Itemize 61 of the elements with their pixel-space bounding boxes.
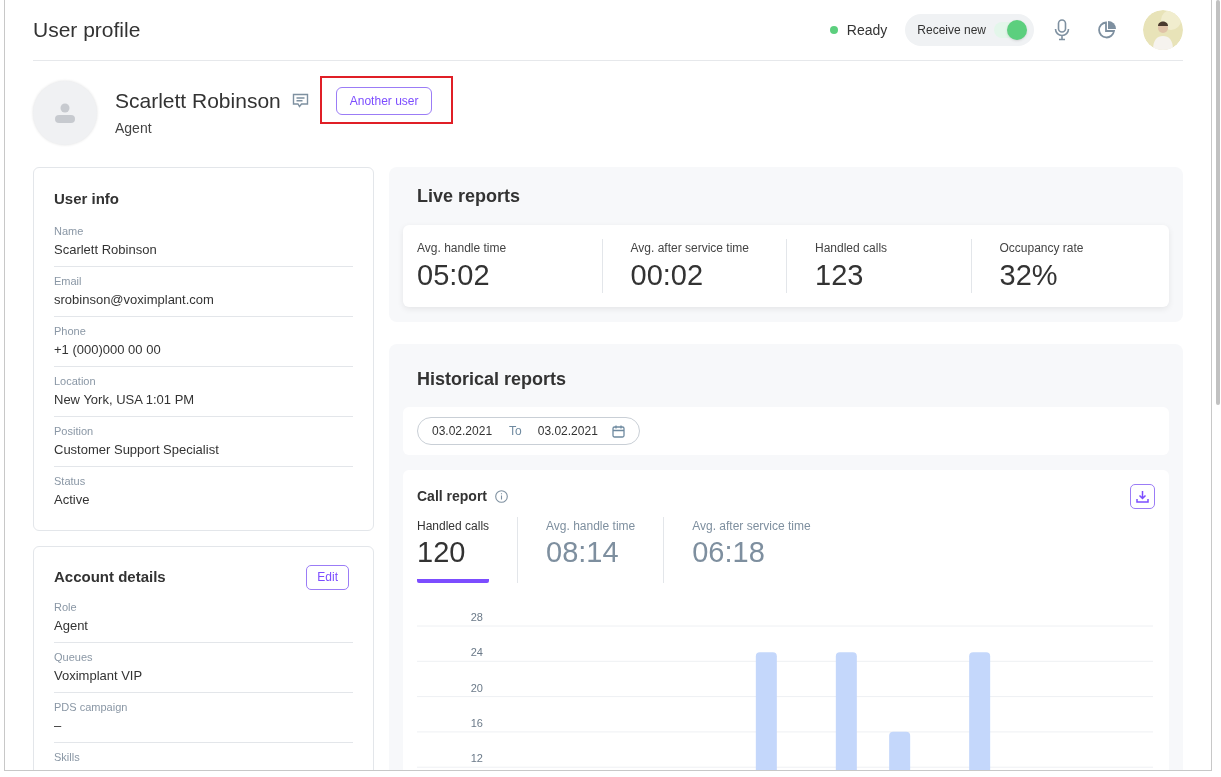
report-tab[interactable]: Avg. handle time 08:14 (546, 517, 636, 583)
metric-value: 123 (815, 258, 865, 293)
field-label: Role (54, 599, 78, 614)
metric-value: 32% (999, 258, 1059, 293)
metric-value: 00:02 (630, 258, 705, 293)
status-label: Ready (846, 20, 888, 40)
microphone-icon[interactable] (1054, 19, 1070, 41)
field-value: Voximplant VIP (54, 666, 144, 685)
field-label: Name (54, 223, 85, 238)
field-label: Phone (54, 323, 87, 338)
range-separator: To (509, 423, 522, 440)
pie-chart-icon[interactable] (1097, 20, 1117, 40)
field-value: Scarlett Robinson (54, 240, 158, 259)
report-tab[interactable]: Handled calls 120 (417, 517, 490, 583)
field-label: Skills (54, 749, 81, 764)
field-value: Active (54, 490, 91, 509)
avatar-placeholder-icon (54, 103, 76, 123)
user-role: Agent (115, 119, 153, 138)
chart-bar (889, 731, 911, 770)
field-value: New York, USA 1:01 PM (54, 390, 196, 409)
report-tab[interactable]: Avg. after service time 06:18 (692, 517, 811, 583)
another-user-button[interactable]: Another user (335, 87, 433, 115)
field-label: Position (54, 423, 95, 438)
axis-label: 20 (470, 681, 483, 694)
card-title: Call report (417, 487, 487, 506)
user-name: Scarlett Robinson (115, 88, 281, 114)
download-button[interactable] (1130, 484, 1155, 509)
field-label: PDS campaign (54, 699, 129, 714)
metric-label: Occupancy rate (999, 240, 1085, 257)
field-label: Location (54, 373, 97, 388)
field-value: Customer Support Specialist (54, 440, 220, 459)
date-to: 03.02.2021 (537, 423, 598, 440)
section-title: Live reports (417, 185, 522, 208)
metric-value: 05:02 (417, 258, 491, 293)
card-title: Account details (54, 566, 166, 587)
field-value: srobinson@voximplant.com (54, 290, 215, 309)
toggle-label: Receive new (917, 22, 986, 39)
field-value: Agent (54, 616, 89, 635)
page-title: User profile (33, 17, 141, 44)
field-label: Queues (54, 649, 94, 664)
calendar-icon[interactable] (611, 424, 625, 438)
card-title: User info (54, 189, 120, 209)
metric-label: Avg. after service time (630, 240, 750, 257)
field-label: Email (54, 273, 83, 288)
metric-label: Handled calls (815, 240, 889, 257)
chat-icon[interactable] (291, 93, 309, 109)
metric-label: Avg. handle time (417, 240, 508, 257)
download-icon (1136, 490, 1149, 503)
info-icon[interactable] (495, 490, 508, 503)
axis-label: 16 (470, 716, 483, 729)
field-value: +1 (000)000 00 00 (54, 340, 162, 359)
section-title: Historical reports (417, 368, 568, 391)
edit-button[interactable]: Edit (306, 564, 349, 590)
field-label: Status (54, 473, 87, 488)
axis-label: 24 (470, 646, 483, 659)
receive-toggle[interactable] (994, 22, 1024, 38)
field-value: – (54, 716, 63, 735)
axis-label: 12 (470, 752, 483, 765)
scrollbar[interactable] (1216, 0, 1220, 405)
axis-label: 28 (470, 611, 483, 623)
date-from: 03.02.2021 (432, 423, 493, 440)
